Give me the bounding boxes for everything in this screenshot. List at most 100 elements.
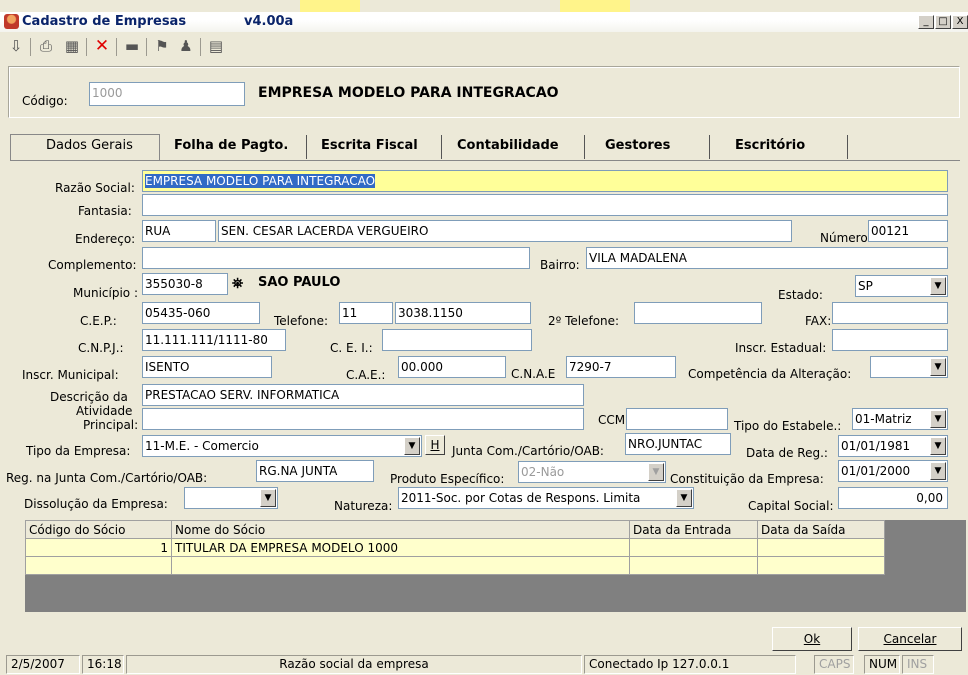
- ccm-field[interactable]: [626, 408, 728, 430]
- chevron-down-icon[interactable]: ▼: [676, 489, 692, 507]
- status-message: Razão social da empresa: [126, 655, 582, 674]
- data-reg-select[interactable]: 01/01/1981 ▼: [838, 435, 948, 457]
- fantasia-field[interactable]: [142, 194, 948, 216]
- exit-icon[interactable]: ⇩: [6, 36, 26, 56]
- cep-field[interactable]: 05435-060: [142, 302, 260, 324]
- telefone2-label: 2º Telefone:: [548, 314, 620, 328]
- ok-button[interactable]: Ok: [772, 627, 852, 651]
- cei-field[interactable]: [382, 329, 532, 351]
- junta-field[interactable]: NRO.JUNTAC: [625, 433, 731, 455]
- chevron-down-icon[interactable]: ▼: [404, 437, 420, 455]
- delete-icon[interactable]: ✕: [92, 36, 112, 56]
- tipo-estab-label: Tipo do Estabele.:: [734, 419, 842, 433]
- complemento-label: Complemento:: [48, 258, 137, 272]
- chevron-down-icon[interactable]: ▼: [930, 462, 946, 480]
- chevron-down-icon[interactable]: ▼: [930, 410, 946, 428]
- inscr-municipal-field[interactable]: ISENTO: [142, 356, 272, 378]
- constituicao-select[interactable]: 01/01/2000 ▼: [838, 460, 948, 482]
- cae-field[interactable]: 00.000: [398, 356, 506, 378]
- inscr-estadual-field[interactable]: [832, 329, 948, 351]
- cnae-field[interactable]: 7290-7: [566, 356, 676, 378]
- toolbar: ⇩ ⎙ ▦ ✕ ▬ ⚑ ♟ ▤: [0, 32, 968, 60]
- grid-header-entrada[interactable]: Data da Entrada: [629, 520, 758, 539]
- estado-select[interactable]: SP ▼: [855, 275, 948, 297]
- h-button[interactable]: H: [425, 435, 445, 455]
- grid-cell[interactable]: [757, 556, 885, 575]
- descricao-field-line2[interactable]: [142, 408, 584, 430]
- window-version: v4.00a: [244, 14, 294, 29]
- endereco-field[interactable]: SEN. CESAR LACERDA VERGUEIRO: [218, 220, 792, 242]
- user-icon[interactable]: ♟: [176, 36, 196, 56]
- dissolucao-select[interactable]: ▼: [184, 487, 278, 509]
- codigo-label: Código:: [22, 94, 68, 108]
- fax-label: FAX:: [805, 314, 832, 328]
- notes-icon[interactable]: ▤: [206, 36, 226, 56]
- print-icon[interactable]: ⎙: [36, 36, 56, 56]
- grid-header-codigo[interactable]: Código do Sócio: [25, 520, 172, 539]
- reg-junta-field[interactable]: RG.NA JUNTA: [256, 460, 374, 482]
- natureza-value: 2011-Soc. por Cotas de Respons. Limita: [401, 491, 641, 505]
- endereco-label: Endereço:: [75, 232, 136, 246]
- tipo-estab-select[interactable]: 01-Matriz ▼: [852, 408, 948, 430]
- tab-folha-pagto[interactable]: Folha de Pagto.: [165, 135, 307, 159]
- telefone-ddd-field[interactable]: 11: [339, 302, 393, 324]
- chevron-down-icon[interactable]: ▼: [930, 437, 946, 455]
- grid-header-saida[interactable]: Data da Saída: [757, 520, 885, 539]
- grid-cell[interactable]: [757, 538, 885, 557]
- maximize-button[interactable]: □: [935, 15, 951, 29]
- tipo-empresa-select[interactable]: 11-M.E. - Comercio ▼: [142, 435, 422, 457]
- tipo-estab-value: 01-Matriz: [855, 412, 912, 426]
- table-row[interactable]: [25, 556, 885, 575]
- complemento-field[interactable]: [142, 247, 530, 269]
- bairro-field[interactable]: VILA MADALENA: [586, 247, 948, 269]
- natureza-select[interactable]: 2011-Soc. por Cotas de Respons. Limita ▼: [398, 487, 694, 509]
- chevron-down-icon[interactable]: ▼: [930, 358, 946, 376]
- tab-gestores[interactable]: Gestores: [585, 135, 710, 159]
- grid-icon[interactable]: ▦: [62, 36, 82, 56]
- municipio-code-field[interactable]: 355030-8: [142, 273, 228, 295]
- chevron-down-icon[interactable]: ▼: [930, 277, 946, 295]
- tab-contabilidade[interactable]: Contabilidade: [442, 135, 585, 159]
- flag-icon[interactable]: ⚑: [152, 36, 172, 56]
- grid-cell[interactable]: [171, 556, 630, 575]
- grid-cell[interactable]: [629, 538, 758, 557]
- telefone-field[interactable]: 3038.1150: [395, 302, 531, 324]
- razao-social-field[interactable]: EMPRESA MODELO PARA INTEGRACAO: [142, 170, 948, 192]
- tipo-empresa-label: Tipo da Empresa:: [26, 444, 131, 458]
- telefone2-field[interactable]: [634, 302, 762, 324]
- tab-dados-gerais-label: Dados Gerais: [46, 138, 133, 153]
- status-caps: CAPS: [814, 655, 854, 674]
- chevron-down-icon[interactable]: ▼: [648, 463, 664, 481]
- produto-label: Produto Específico:: [390, 472, 505, 486]
- cancelar-button[interactable]: Cancelar: [858, 627, 962, 651]
- grid-header-nome[interactable]: Nome do Sócio: [171, 520, 630, 539]
- tab-divider: [10, 160, 960, 161]
- chevron-down-icon[interactable]: ▼: [260, 489, 276, 507]
- produto-select[interactable]: 02-Não ▼: [518, 461, 666, 483]
- grid-cell[interactable]: 1: [25, 538, 172, 557]
- binoculars-search-icon[interactable]: ⛯: [232, 276, 243, 292]
- tab-escrita-fiscal[interactable]: Escrita Fiscal: [307, 135, 442, 159]
- table-row[interactable]: 1 TITULAR DA EMPRESA MODELO 1000: [25, 538, 885, 557]
- cnpj-field[interactable]: 11.111.111/1111-80: [142, 329, 286, 351]
- socios-grid[interactable]: Código do Sócio Nome do Sócio Data da En…: [25, 520, 966, 612]
- folder-icon[interactable]: ▬: [122, 36, 142, 56]
- numero-field[interactable]: 00121: [868, 220, 948, 242]
- reg-junta-label: Reg. na Junta Com./Cartório/OAB:: [6, 471, 208, 485]
- grid-cell[interactable]: TITULAR DA EMPRESA MODELO 1000: [171, 538, 630, 557]
- minimize-button[interactable]: _: [918, 15, 934, 29]
- endereco-tipo-field[interactable]: RUA: [142, 220, 216, 242]
- grid-cell[interactable]: [25, 556, 172, 575]
- status-ins: INS: [902, 655, 934, 674]
- tab-escritorio[interactable]: Escritório: [710, 135, 848, 159]
- cnae-label: C.N.A.E: [511, 367, 556, 381]
- grid-cell[interactable]: [629, 556, 758, 575]
- descricao-field[interactable]: PRESTACAO SERV. INFORMATICA: [142, 384, 584, 406]
- cnpj-label: C.N.P.J.:: [78, 341, 124, 355]
- competencia-select[interactable]: ▼: [870, 356, 948, 378]
- codigo-field[interactable]: 1000: [89, 82, 245, 106]
- fax-field[interactable]: [832, 302, 948, 324]
- close-button[interactable]: X: [952, 15, 968, 29]
- capital-field[interactable]: 0,00: [838, 487, 948, 509]
- junta-label: Junta Com./Cartório/OAB:: [452, 444, 604, 458]
